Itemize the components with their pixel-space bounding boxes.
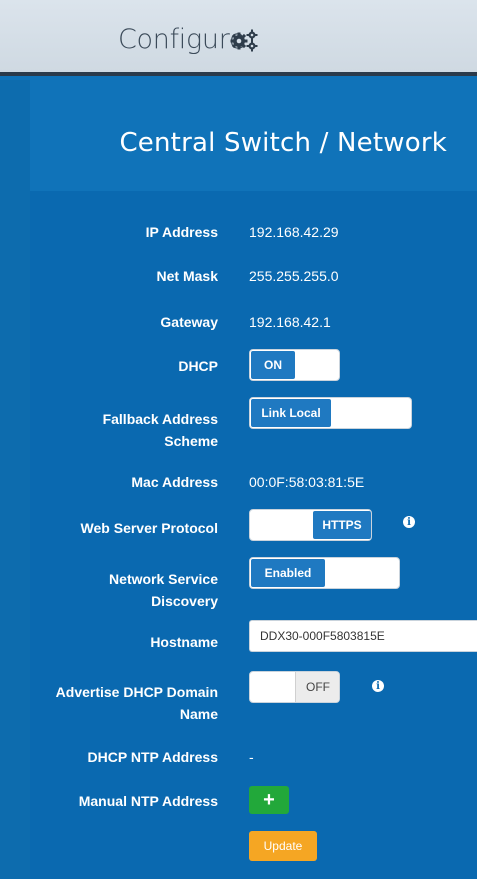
- dhcp-on-option[interactable]: ON: [250, 350, 296, 380]
- web-protocol-https-option[interactable]: HTTPS: [312, 510, 371, 540]
- service-discovery-enabled-option[interactable]: Enabled: [250, 558, 326, 588]
- ip-address-label: IP Address: [145, 224, 218, 240]
- gateway-value: 192.168.42.1: [249, 314, 331, 330]
- fallback-link-local-option[interactable]: Link Local: [250, 398, 332, 428]
- gears-icon: [230, 29, 258, 52]
- manual-ntp-label: Manual NTP Address: [78, 793, 218, 809]
- ip-address-value: 192.168.42.29: [249, 224, 339, 240]
- dhcp-ntp-label: DHCP NTP Address: [87, 749, 218, 765]
- hostname-input[interactable]: [249, 620, 477, 652]
- fallback-scheme-toggle[interactable]: Link Local: [249, 397, 412, 429]
- hostname-label: Hostname: [150, 634, 218, 650]
- net-mask-value: 255.255.255.0: [249, 268, 339, 284]
- service-discovery-label: Network Service Discovery: [18, 568, 218, 612]
- advertise-dhcp-label-line1: Advertise DHCP Domain: [55, 684, 218, 700]
- web-protocol-label: Web Server Protocol: [80, 520, 218, 536]
- info-icon[interactable]: i: [403, 516, 415, 528]
- add-ntp-button[interactable]: +: [249, 786, 289, 814]
- gateway-label: Gateway: [160, 314, 218, 330]
- info-icon[interactable]: i: [372, 680, 384, 692]
- fallback-label: Fallback Address Scheme: [18, 408, 218, 452]
- page-title: Configure: [118, 24, 246, 55]
- advertise-dhcp-toggle[interactable]: OFF: [249, 671, 340, 703]
- mac-address-label: Mac Address: [131, 474, 218, 490]
- page-header: Configure: [0, 0, 477, 76]
- update-button[interactable]: Update: [249, 831, 317, 861]
- advertise-dhcp-label: Advertise DHCP Domain Name: [18, 681, 218, 725]
- service-discovery-toggle[interactable]: Enabled: [249, 557, 400, 589]
- fallback-label-line2: Scheme: [164, 433, 218, 449]
- advertise-dhcp-label-line2: Name: [179, 706, 218, 722]
- service-discovery-label-line1: Network Service: [109, 571, 218, 587]
- fallback-label-line1: Fallback Address: [102, 411, 218, 427]
- mac-address-value: 00:0F:58:03:81:5E: [249, 474, 365, 490]
- web-protocol-toggle[interactable]: HTTPS: [249, 509, 372, 541]
- advertise-dhcp-off-option[interactable]: OFF: [295, 672, 339, 702]
- dhcp-label: DHCP: [178, 358, 218, 374]
- dhcp-toggle[interactable]: ON: [249, 349, 340, 381]
- section-title: Central Switch / Network: [119, 128, 447, 158]
- service-discovery-label-line2: Discovery: [151, 593, 218, 609]
- dhcp-ntp-value: -: [249, 749, 254, 765]
- net-mask-label: Net Mask: [156, 268, 218, 284]
